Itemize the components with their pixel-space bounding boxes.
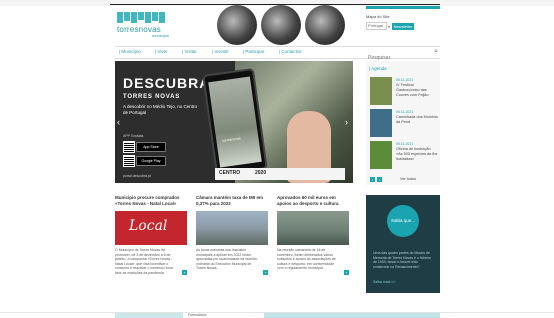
news-more-button[interactable]: +	[344, 270, 349, 275]
agenda-date: 05.11.2021	[396, 78, 414, 82]
phone-brand: torresnovas	[222, 136, 241, 143]
logo-mark	[117, 12, 177, 23]
agenda-thumbnail	[370, 141, 392, 169]
site-logo[interactable]: torresnovas município	[117, 12, 177, 38]
news-title[interactable]: Aprovados 60 mil euros em apoios ao desp…	[277, 195, 349, 209]
news-card[interactable]: Município procure comprados «Torres Nova…	[115, 195, 187, 285]
search-box: ⌕	[366, 46, 440, 63]
agenda-panel: | Agenda 05.11.2021 IV Festival Gastronó…	[366, 61, 440, 185]
news-image-text: Local	[129, 218, 168, 234]
header-photo-3	[305, 5, 345, 45]
partner-logos: CENTRO 2020	[215, 168, 345, 180]
agenda-footer: ‹ › Ver todos	[370, 177, 440, 183]
did-you-know-title: Sabia que...	[387, 205, 419, 237]
header-accent-bar	[366, 6, 440, 9]
bottom-forms-label: Formulários	[188, 313, 207, 317]
site-map-link[interactable]: Mapa do Site	[366, 14, 396, 19]
news-image: Local	[115, 211, 187, 245]
news-more-button[interactable]: +	[182, 270, 187, 275]
hero-app-label: APP Gratuita	[123, 134, 144, 138]
qr-code-google	[123, 155, 135, 167]
agenda-title: | Agenda	[369, 66, 387, 71]
agenda-date: 09.11.2021	[396, 142, 414, 146]
partner-centro: CENTRO	[219, 170, 241, 176]
news-card[interactable]: Câmara mantém taxa de IMI em 0,37% para …	[196, 195, 268, 285]
header-photo-2	[261, 5, 301, 45]
nav-item-participar[interactable]: | Participar	[243, 49, 264, 54]
agenda-text: Oficina de Ilustração «As 500 espécies d…	[396, 147, 438, 161]
google-play-badge[interactable]: Google Play	[136, 156, 166, 166]
qr-code-apple	[123, 141, 135, 153]
chevron-left-icon[interactable]: ‹	[117, 117, 123, 127]
agenda-date: 06.11.2021	[396, 110, 414, 114]
news-title[interactable]: Câmara mantém taxa de IMI em 0,37% para …	[196, 195, 268, 209]
hero-headline: DESCUBRA	[123, 75, 211, 91]
nav-item-visitar[interactable]: | Visitar	[182, 49, 197, 54]
nav-item-municipio[interactable]: | Município	[119, 49, 141, 54]
app-store-badge[interactable]: App Store	[136, 142, 166, 152]
news-title[interactable]: Município procure comprados «Torres Nova…	[115, 195, 187, 209]
agenda-item[interactable]: 05.11.2021 IV Festival Gastronómico das …	[370, 77, 440, 105]
did-you-know-text: Uma das quatro partes do Museu de Memóri…	[373, 251, 432, 269]
news-body: Na reunião camarária de 16 de novembro, …	[277, 248, 336, 270]
hero-subhead: TORRES NOVAS	[123, 94, 181, 100]
did-you-know-panel: Sabia que... Uma das quatro partes do Mu…	[366, 195, 440, 293]
phone-screen: torresnovas	[208, 76, 262, 168]
bottom-forms[interactable]: Formulários	[188, 313, 258, 318]
agenda-text: Caminhada dos Moinhos da Pena	[396, 115, 439, 124]
news-body: As taxas máximas dos impostos municipais…	[196, 248, 257, 270]
header-photo-1	[217, 5, 257, 45]
bottom-banner-right[interactable]	[264, 313, 440, 318]
nav-item-investir[interactable]: | Investir	[212, 49, 229, 54]
agenda-thumbnail	[370, 77, 392, 105]
agenda-next-button[interactable]: ›	[377, 177, 382, 182]
agenda-see-all-link[interactable]: Ver todos	[400, 177, 416, 181]
agenda-text: IV Festival Gastronómico das Couves com …	[396, 83, 429, 97]
hero-description: A descobrir no Médio Tejo, no Centro de …	[123, 104, 197, 115]
agenda-item[interactable]: 06.11.2021 Caminhada dos Moinhos da Pena	[370, 109, 440, 137]
news-card[interactable]: Aprovados 60 mil euros em apoios ao desp…	[277, 195, 349, 285]
nav-item-viver[interactable]: | Viver	[155, 49, 168, 54]
chevron-right-icon[interactable]: ›	[345, 117, 351, 127]
agenda-thumbnail	[370, 109, 392, 137]
chevron-down-icon: ▾	[388, 23, 391, 29]
hero-banner[interactable]: DESCUBRA TORRES NOVAS A descobrir no Méd…	[115, 61, 353, 183]
agenda-item[interactable]: 09.11.2021 Oficina de Ilustração «As 500…	[370, 141, 440, 169]
newsletter-button[interactable]: Newsletter	[392, 22, 415, 30]
news-image	[277, 211, 349, 245]
news-more-button[interactable]: +	[263, 270, 268, 275]
agenda-prev-button[interactable]: ‹	[370, 177, 375, 182]
news-body: O Município de Torres Novas irá promover…	[115, 248, 173, 275]
did-you-know-link[interactable]: Saiba mais >>	[373, 280, 395, 284]
hero-url: portal.descubra.pt	[123, 174, 152, 178]
bottom-banner-left[interactable]	[115, 313, 183, 318]
language-select[interactable]: Portugal	[366, 22, 387, 30]
search-icon[interactable]: ⌕	[434, 47, 438, 56]
nav-item-contactos[interactable]: | Contactos	[279, 49, 302, 54]
partner-2020: 2020	[255, 170, 267, 176]
news-image	[196, 211, 268, 245]
header-tools: Mapa do Site Portugal ▾ Newsletter	[366, 12, 440, 32]
